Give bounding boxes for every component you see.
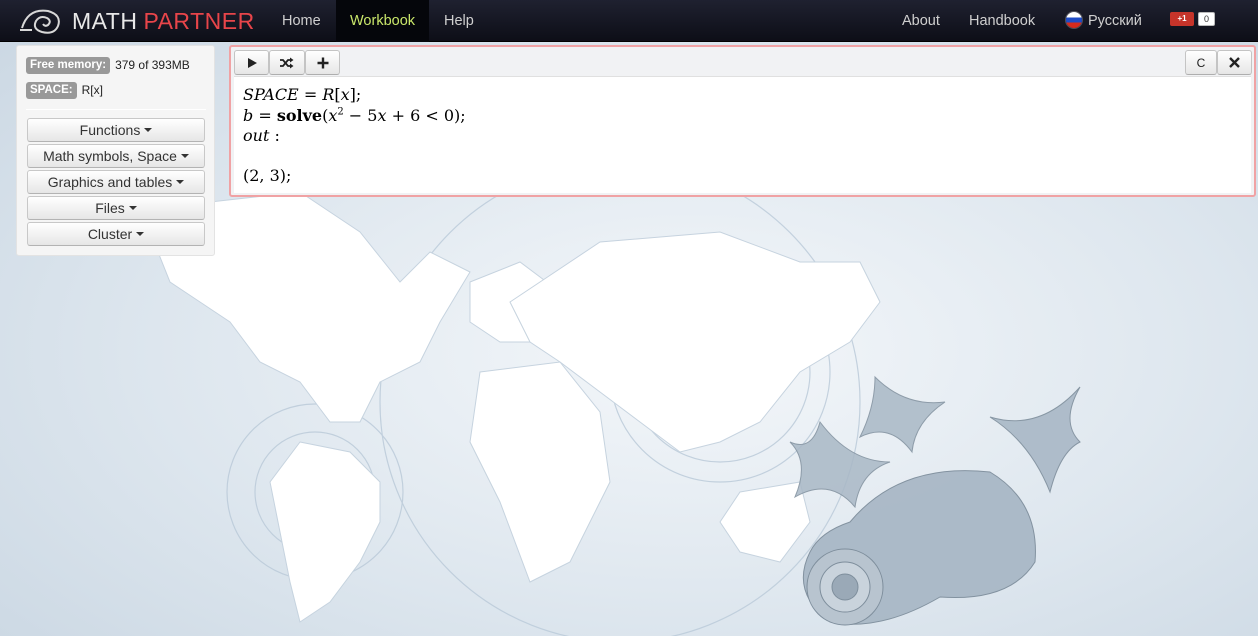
var-x: x [377,106,387,125]
result-output: (2, 3); [243,166,292,185]
add-section-button[interactable] [305,50,340,75]
random-button[interactable] [269,50,305,75]
var-x: x [328,106,338,125]
out-label: out [243,126,270,145]
nav-home[interactable]: Home [268,0,335,42]
cluster-menu-button[interactable]: Cluster [27,222,205,246]
math-editor[interactable]: SPACE = R[x]; b = solve(x2 − 5x + 6 < 0)… [234,76,1251,193]
var-b: b [243,106,254,125]
nav-handbook[interactable]: Handbook [955,0,1049,42]
code-line-solve: b = solve(x2 − 5x + 6 < 0); [243,106,466,125]
solve-function: solve [276,106,323,125]
gplus-widget[interactable]: +1 0 [1170,11,1216,27]
nav-workbook[interactable]: Workbook [336,0,430,42]
clear-label: C [1196,55,1206,70]
clear-button[interactable]: C [1185,50,1217,75]
gplus-button[interactable]: +1 [1170,12,1194,26]
expression-part: + 6 < 0); [386,106,466,125]
equals-sign: = [253,106,277,125]
space-row: SPACE: R[x] [26,81,103,99]
play-icon [247,57,257,68]
nav-language-russian[interactable]: Русский [1052,0,1156,42]
left-sidebar: Free memory: 379 of 393MB SPACE: R[x] Fu… [16,45,215,256]
free-memory-label: Free memory: [26,56,111,74]
caret-down-icon [136,232,145,236]
free-memory-row: Free memory: 379 of 393MB [26,56,190,74]
brand-partner-text: PARTNER [143,8,255,34]
shell-logo-icon [20,9,60,34]
caret-down-icon [176,180,185,184]
russia-flag-icon [1066,12,1082,28]
sidebar-divider [26,109,206,110]
caret-down-icon [144,128,153,132]
functions-menu-button[interactable]: Functions [27,118,205,142]
language-label: Русский [1088,13,1142,29]
cluster-menu-label: Cluster [87,226,133,242]
nav-help[interactable]: Help [430,0,488,42]
files-menu-label: Files [95,200,125,216]
math-symbols-menu-label: Math symbols, Space [43,148,177,164]
code-line-space: SPACE = R[x]; [243,85,362,104]
caret-down-icon [128,206,137,210]
plus-icon [317,57,328,68]
brand-math-text: MATH [72,8,138,34]
colon: : [269,126,280,145]
shuffle-icon [280,57,294,68]
var-space: SPACE [243,85,299,104]
code-line-out: out : [243,126,280,145]
files-menu-button[interactable]: Files [27,196,205,220]
space-value: R[x] [81,83,103,97]
close-section-button[interactable] [1217,50,1252,75]
run-button[interactable] [234,50,269,75]
semicolon: ; [355,85,362,104]
top-navbar: MATH PARTNER Home Workbook Help About Han… [0,0,1258,42]
workbook-section: C SPACE = R[x]; b = solve(x2 − 5x + 6 < … [229,45,1256,197]
nav-about[interactable]: About [888,0,954,42]
expression-part: − 5 [343,106,378,125]
ring-r: R [322,85,335,104]
close-icon [1229,57,1240,68]
graphics-tables-menu-label: Graphics and tables [47,174,173,190]
math-symbols-menu-button[interactable]: Math symbols, Space [27,144,205,168]
caret-down-icon [180,154,189,158]
brand-logo-link[interactable]: MATH PARTNER [18,6,255,36]
functions-menu-label: Functions [79,122,141,138]
space-label: SPACE: [26,81,77,99]
free-memory-value: 379 of 393MB [115,58,190,72]
gplus-count: 0 [1198,12,1216,26]
equals-sign: = [298,85,323,104]
graphics-tables-menu-button[interactable]: Graphics and tables [27,170,205,194]
var-x: x [340,85,350,104]
